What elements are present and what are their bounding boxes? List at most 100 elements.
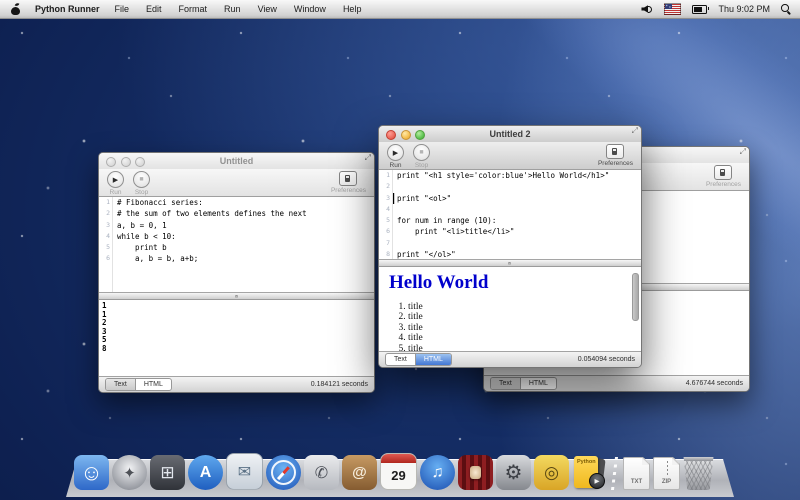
menu-item[interactable]: Format	[179, 4, 208, 14]
dock-item-finder[interactable]: ☺	[74, 455, 109, 490]
preferences-icon	[714, 165, 732, 180]
dock-item-preview[interactable]: ◎	[534, 455, 569, 490]
code-text: a, b = b, a+b;	[113, 253, 198, 264]
spotlight-icon[interactable]	[781, 4, 791, 14]
text-mode-button[interactable]: Text	[106, 379, 135, 390]
line-number: 5	[99, 242, 113, 253]
dock-item-mail[interactable]: ✉	[226, 453, 263, 490]
code-line: 1 print "<h1 style='color:blue'>Hello Wo…	[379, 170, 641, 181]
window-untitled-2[interactable]: Untitled 2 ⤢ ▶ Run ■ Stop Preferences 1	[378, 125, 642, 368]
input-language-flag-icon[interactable]	[664, 3, 681, 15]
titlebar[interactable]: Untitled 2 ⤢	[379, 126, 641, 142]
dock-item-ical[interactable]: 29	[380, 453, 417, 490]
dock-item-app-store[interactable]: A	[188, 455, 223, 490]
output-pane: Hello World titletitletitletitletitletit…	[379, 267, 641, 351]
zoom-button[interactable]	[135, 157, 145, 167]
code-line: 2	[379, 181, 641, 192]
apple-menu-icon[interactable]	[11, 3, 21, 15]
finder-icon: ☺	[80, 460, 102, 486]
menu-item[interactable]: Edit	[146, 4, 162, 14]
dock-item-facetime[interactable]: ✆	[304, 455, 339, 490]
html-mode-button[interactable]: HTML	[415, 354, 451, 365]
dock-item-itunes[interactable]: ♫	[420, 455, 455, 490]
battery-icon[interactable]	[692, 5, 707, 14]
line-number: 6	[99, 253, 113, 264]
gear-icon: ⚙	[505, 460, 523, 485]
dock-item-launchpad[interactable]: ✦	[112, 455, 147, 490]
dock-item-zip-file[interactable]: ZIP	[653, 457, 680, 490]
line-number: 3	[379, 193, 393, 204]
app-menu-title[interactable]: Python Runner	[35, 4, 100, 14]
preferences-label: Preferences	[598, 160, 633, 167]
dock-item-python-runner[interactable]: Python ▶	[572, 455, 606, 490]
traffic-lights	[106, 157, 145, 167]
close-button[interactable]	[386, 130, 396, 140]
code-line: 5 for num in range (10):	[379, 215, 641, 226]
code-text: # Fibonacci series:	[113, 197, 203, 208]
preferences-button[interactable]: Preferences	[598, 144, 633, 167]
stop-label: Stop	[415, 162, 428, 169]
text-mode-button[interactable]: Text	[491, 378, 520, 389]
status-bar: Text HTML 0.054094 seconds	[379, 351, 641, 367]
run-button[interactable]: ▶ Run	[107, 171, 124, 196]
window-untitled[interactable]: Untitled ⤢ ▶ Run ■ Stop Preferences 1	[98, 152, 375, 393]
dock-item-mission-control[interactable]: ⊞	[150, 455, 185, 490]
elapsed-time: 0.054094 seconds	[578, 356, 635, 363]
code-editor[interactable]: 1 print "<h1 style='color:blue'>Hello Wo…	[379, 170, 641, 259]
menu-item[interactable]: Window	[294, 4, 326, 14]
code-text: print "<li>title</li>"	[393, 226, 514, 237]
minimize-button[interactable]	[401, 130, 411, 140]
calendar-icon: 29	[391, 468, 405, 483]
menu-item[interactable]: File	[115, 4, 130, 14]
pane-splitter[interactable]	[99, 292, 374, 300]
resize-corner-icon[interactable]: ⤢	[740, 148, 746, 156]
dock-item-txt-file[interactable]: TXT	[623, 457, 650, 490]
output-pane: 112358	[99, 300, 374, 376]
stop-button[interactable]: ■ Stop	[413, 144, 430, 169]
menubar-clock[interactable]: Thu 9:02 PM	[718, 4, 770, 14]
output-scrollbar[interactable]	[632, 273, 639, 321]
stop-button[interactable]: ■ Stop	[133, 171, 150, 196]
code-text: while b < 10:	[113, 231, 176, 242]
text-mode-button[interactable]: Text	[386, 354, 415, 365]
line-number: 6	[379, 226, 393, 237]
html-mode-button[interactable]: HTML	[520, 378, 556, 389]
menu-item[interactable]: Help	[343, 4, 362, 14]
dock-item-safari[interactable]	[266, 455, 301, 490]
line-number: 3	[99, 220, 113, 231]
titlebar[interactable]: Untitled ⤢	[99, 153, 374, 169]
preferences-button[interactable]: Preferences	[706, 165, 741, 188]
preferences-label: Preferences	[706, 181, 741, 188]
status-bar: Text HTML 0.184121 seconds	[99, 376, 374, 392]
code-line: 4	[379, 204, 641, 215]
stop-icon: ■	[413, 144, 430, 161]
zoom-button[interactable]	[415, 130, 425, 140]
menu-item[interactable]: Run	[224, 4, 241, 14]
volume-icon[interactable]	[641, 4, 653, 14]
output-line: 2	[102, 319, 374, 328]
dock-item-address-book[interactable]: @	[342, 455, 377, 490]
close-button[interactable]	[106, 157, 116, 167]
resize-corner-icon[interactable]: ⤢	[632, 127, 638, 135]
menu-item[interactable]: View	[258, 4, 277, 14]
minimize-button[interactable]	[121, 157, 131, 167]
html-mode-button[interactable]: HTML	[135, 379, 171, 390]
run-button[interactable]: ▶ Run	[387, 144, 404, 169]
mail-icon: ✉	[238, 462, 251, 482]
code-text: print b	[113, 242, 167, 253]
gutter-divider	[112, 197, 113, 292]
dock: ☺ ✦ ⊞ A ✉ ✆ @ 29 ♫ ⚙ ◎ Python ▶ TXT ZIP	[74, 453, 714, 490]
preferences-label: Preferences	[331, 187, 366, 194]
run-label: Run	[390, 162, 402, 169]
elapsed-time: 4.676744 seconds	[686, 380, 743, 387]
dock-item-trash[interactable]	[683, 457, 714, 490]
traffic-lights	[386, 130, 425, 140]
dock-item-photo-booth[interactable]	[458, 455, 493, 490]
dock-item-system-preferences[interactable]: ⚙	[496, 455, 531, 490]
pane-splitter[interactable]	[379, 259, 641, 267]
preferences-button[interactable]: Preferences	[331, 171, 366, 194]
resize-corner-icon[interactable]: ⤢	[365, 154, 371, 162]
output-line: 1	[102, 302, 374, 311]
code-editor[interactable]: 1 # Fibonacci series: 2 # the sum of two…	[99, 197, 374, 292]
code-text: for num in range (10):	[393, 215, 496, 226]
